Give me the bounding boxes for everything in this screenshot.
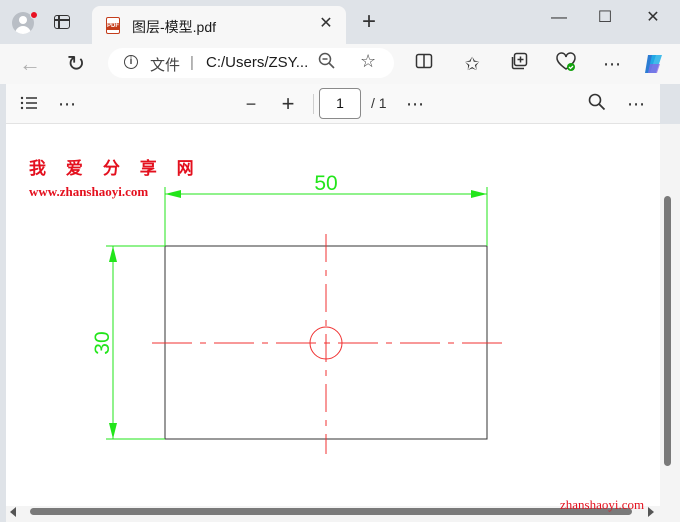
info-icon[interactable]: i (124, 55, 138, 69)
zoom-out-button[interactable]: − (240, 93, 262, 115)
page-total: / 1 (371, 95, 387, 111)
height-dimension-text: 30 (91, 331, 114, 354)
favorite-star-icon[interactable]: ☆ (360, 51, 376, 72)
pdf-page: 50 30 我 爱 分 享 网 www.zhanshaoyi.com (6, 124, 660, 506)
address-url[interactable]: C:/Users/ZSY... (206, 54, 308, 71)
protocol-label: 文件 (150, 57, 181, 74)
pdf-file-icon: PDF (106, 17, 120, 34)
contents-list-icon[interactable] (18, 93, 40, 115)
copilot-icon[interactable] (642, 52, 666, 76)
horizontal-scrollbar-thumb[interactable] (30, 508, 632, 515)
navigation-bar: ← ↻ i 文件 | C:/Users/ZSY... ☆ ✩ ⋯ (0, 44, 680, 84)
watermark-url: www.zhanshaoyi.com (29, 184, 149, 199)
refresh-icon[interactable]: ↻ (64, 52, 88, 76)
address-separator: | (190, 54, 194, 71)
zoom-icon[interactable] (318, 52, 336, 75)
search-icon[interactable] (586, 93, 608, 115)
scroll-right-arrow-icon[interactable] (648, 507, 654, 517)
collections-icon[interactable] (508, 52, 532, 76)
avatar-body (15, 26, 31, 34)
more-tools-icon[interactable]: ⋯ (56, 93, 78, 115)
toolbar-divider (313, 94, 314, 114)
new-tab-icon[interactable]: + (358, 10, 380, 34)
width-arrow-right (471, 190, 487, 198)
pdf-settings-more-icon[interactable]: ⋯ (625, 93, 647, 115)
height-arrow-bottom (109, 423, 117, 439)
minimize-icon[interactable]: — (544, 8, 574, 28)
width-dimension-text: 50 (314, 172, 337, 195)
tab-active[interactable]: PDF 图层-模型.pdf ✕ (92, 6, 346, 44)
footer-watermark: zhanshaoyi.com (560, 497, 645, 512)
width-arrow-left (165, 190, 181, 198)
close-window-icon[interactable]: ✕ (638, 8, 668, 28)
title-bar: PDF 图层-模型.pdf ✕ + — ☐ ✕ (0, 0, 680, 44)
favorites-icon[interactable]: ✩ (460, 52, 484, 76)
page-number-input[interactable]: 1 (319, 88, 361, 119)
tab-title: 图层-模型.pdf (132, 19, 217, 35)
split-screen-icon[interactable] (412, 52, 436, 76)
cad-drawing: 50 30 (91, 172, 503, 454)
zoom-in-button[interactable]: + (277, 93, 299, 115)
vertical-scrollbar-thumb[interactable] (664, 196, 671, 466)
maximize-icon[interactable]: ☐ (590, 8, 620, 28)
avatar-head (19, 16, 27, 24)
settings-more-icon[interactable]: ⋯ (600, 52, 624, 76)
pdf-toolbar: ⋯ − + 1 / 1 ⋯ ⋯ (6, 84, 660, 124)
watermark-title: 我 爱 分 享 网 (29, 159, 201, 179)
tab-actions-icon[interactable] (54, 15, 70, 29)
pdf-badge: PDF (106, 23, 120, 30)
scroll-left-arrow-icon[interactable] (10, 507, 16, 517)
page-more-icon[interactable]: ⋯ (404, 93, 426, 115)
tab-close-icon[interactable]: ✕ (316, 14, 336, 34)
back-icon[interactable]: ← (18, 52, 42, 76)
profile-notification-dot (30, 11, 38, 19)
address-bar[interactable]: i 文件 | C:/Users/ZSY... ☆ (108, 48, 394, 78)
height-arrow-top (109, 246, 117, 262)
browser-essentials-icon[interactable] (554, 52, 578, 76)
